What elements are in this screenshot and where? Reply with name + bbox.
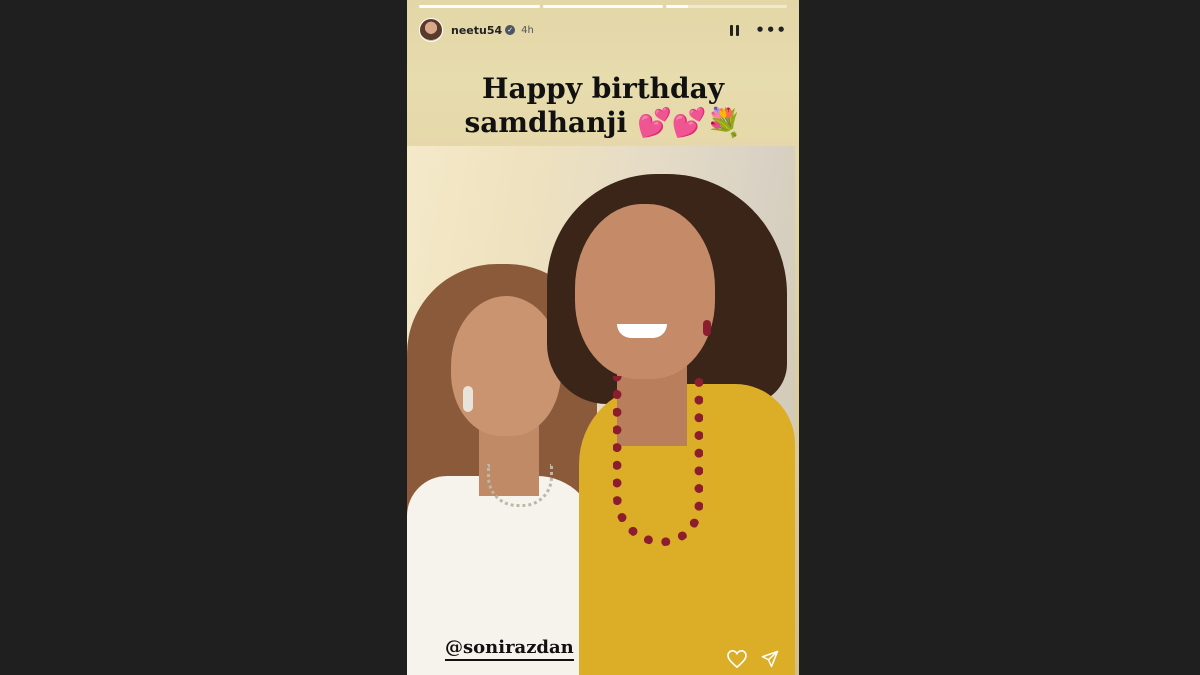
- photo-shape: [617, 324, 667, 338]
- send-icon[interactable]: [761, 650, 779, 668]
- pause-icon[interactable]: [730, 24, 740, 36]
- progress-segment: [666, 5, 788, 8]
- more-options-icon[interactable]: •••: [755, 23, 787, 38]
- story-viewer[interactable]: neetu54 ✓ 4h ••• Happy birthday samdhanj…: [407, 0, 799, 675]
- verified-badge-icon: ✓: [505, 25, 516, 35]
- photo-shape: [703, 320, 711, 336]
- username[interactable]: neetu54: [451, 24, 502, 37]
- photo-shape: [575, 204, 715, 379]
- photo-shape: [613, 376, 703, 546]
- story-caption: Happy birthday samdhanji 💕💕💐: [407, 72, 799, 140]
- avatar[interactable]: [419, 18, 443, 42]
- mention-sticker[interactable]: @sonirazdan: [445, 637, 574, 661]
- story-actions: [727, 650, 779, 668]
- story-photo: @sonirazdan: [407, 146, 795, 675]
- caption-line-1: Happy birthday: [481, 72, 725, 105]
- progress-fill: [666, 5, 689, 8]
- heart-icon[interactable]: [727, 650, 747, 668]
- story-header: neetu54 ✓ 4h •••: [419, 16, 787, 44]
- caption-line-2: samdhanji 💕💕💐: [464, 106, 742, 139]
- progress-segment: [419, 5, 540, 8]
- post-time: 4h: [521, 24, 534, 36]
- photo-shape: [451, 296, 561, 436]
- progress-fill: [419, 5, 540, 8]
- progress-segment: [542, 5, 664, 8]
- story-progress-bar: [419, 5, 788, 8]
- progress-fill: [542, 5, 664, 8]
- photo-shape: [463, 386, 473, 412]
